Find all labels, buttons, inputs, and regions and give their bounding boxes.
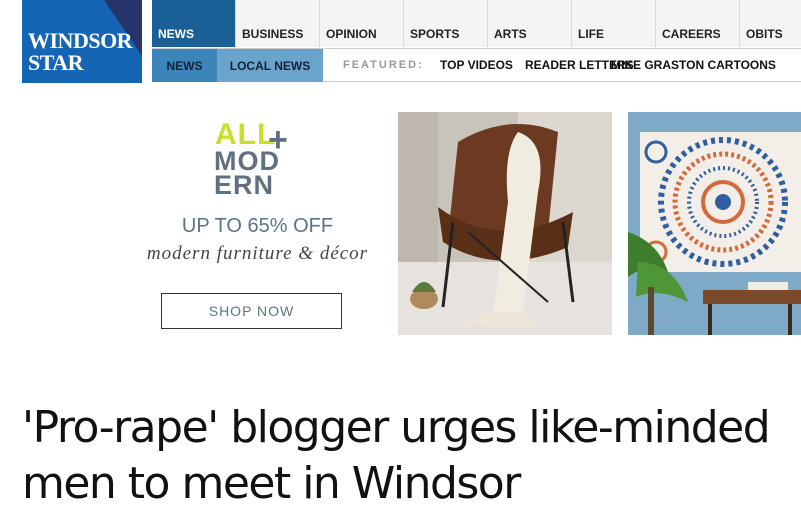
tab-obits[interactable]: OBITS	[740, 0, 801, 47]
ad-image-wall-art[interactable]	[628, 112, 801, 335]
ad-subtitle: modern furniture & décor	[146, 243, 369, 264]
top-nav: NEWS BUSINESS OPINION SPORTS ARTS LIFE C…	[152, 0, 801, 47]
featured-label: FEATURED:	[343, 59, 424, 71]
subnav-news[interactable]: NEWS	[152, 49, 217, 82]
tab-news[interactable]: NEWS	[152, 0, 236, 47]
tab-sports[interactable]: SPORTS	[404, 0, 488, 47]
tab-life[interactable]: LIFE	[572, 0, 656, 47]
chair-illustration	[398, 112, 612, 335]
tab-careers[interactable]: CAREERS	[656, 0, 740, 47]
featured-link-top-videos[interactable]: TOP VIDEOS	[440, 58, 513, 72]
wall-art-illustration	[628, 112, 801, 335]
logo-line2: STAR	[28, 50, 84, 75]
tab-opinion[interactable]: OPINION	[320, 0, 404, 47]
tab-arts[interactable]: ARTS	[488, 0, 572, 47]
featured-link-mike-graston-cartoons[interactable]: MIKE GRASTON CARTOONS	[611, 58, 776, 72]
subnav-local-news[interactable]: LOCAL NEWS	[217, 49, 323, 82]
ad-brand-ern: ERN	[214, 170, 275, 200]
ad-offer: UP TO 65% OFF	[181, 215, 334, 237]
tab-business[interactable]: BUSINESS	[236, 0, 320, 47]
ad-image-leather-chair[interactable]	[398, 112, 612, 335]
sub-nav: NEWS LOCAL NEWS FEATURED: TOP VIDEOS REA…	[152, 48, 801, 82]
article-headline[interactable]: 'Pro-rape' blogger urges like-minded men…	[22, 400, 792, 512]
windsor-star-logo[interactable]: WINDSOR STAR	[22, 0, 142, 83]
advertisement[interactable]: ALL + MOD ERN UP TO 65% OFF modern furni…	[120, 110, 395, 340]
shop-now-button[interactable]: SHOP NOW	[161, 293, 342, 329]
